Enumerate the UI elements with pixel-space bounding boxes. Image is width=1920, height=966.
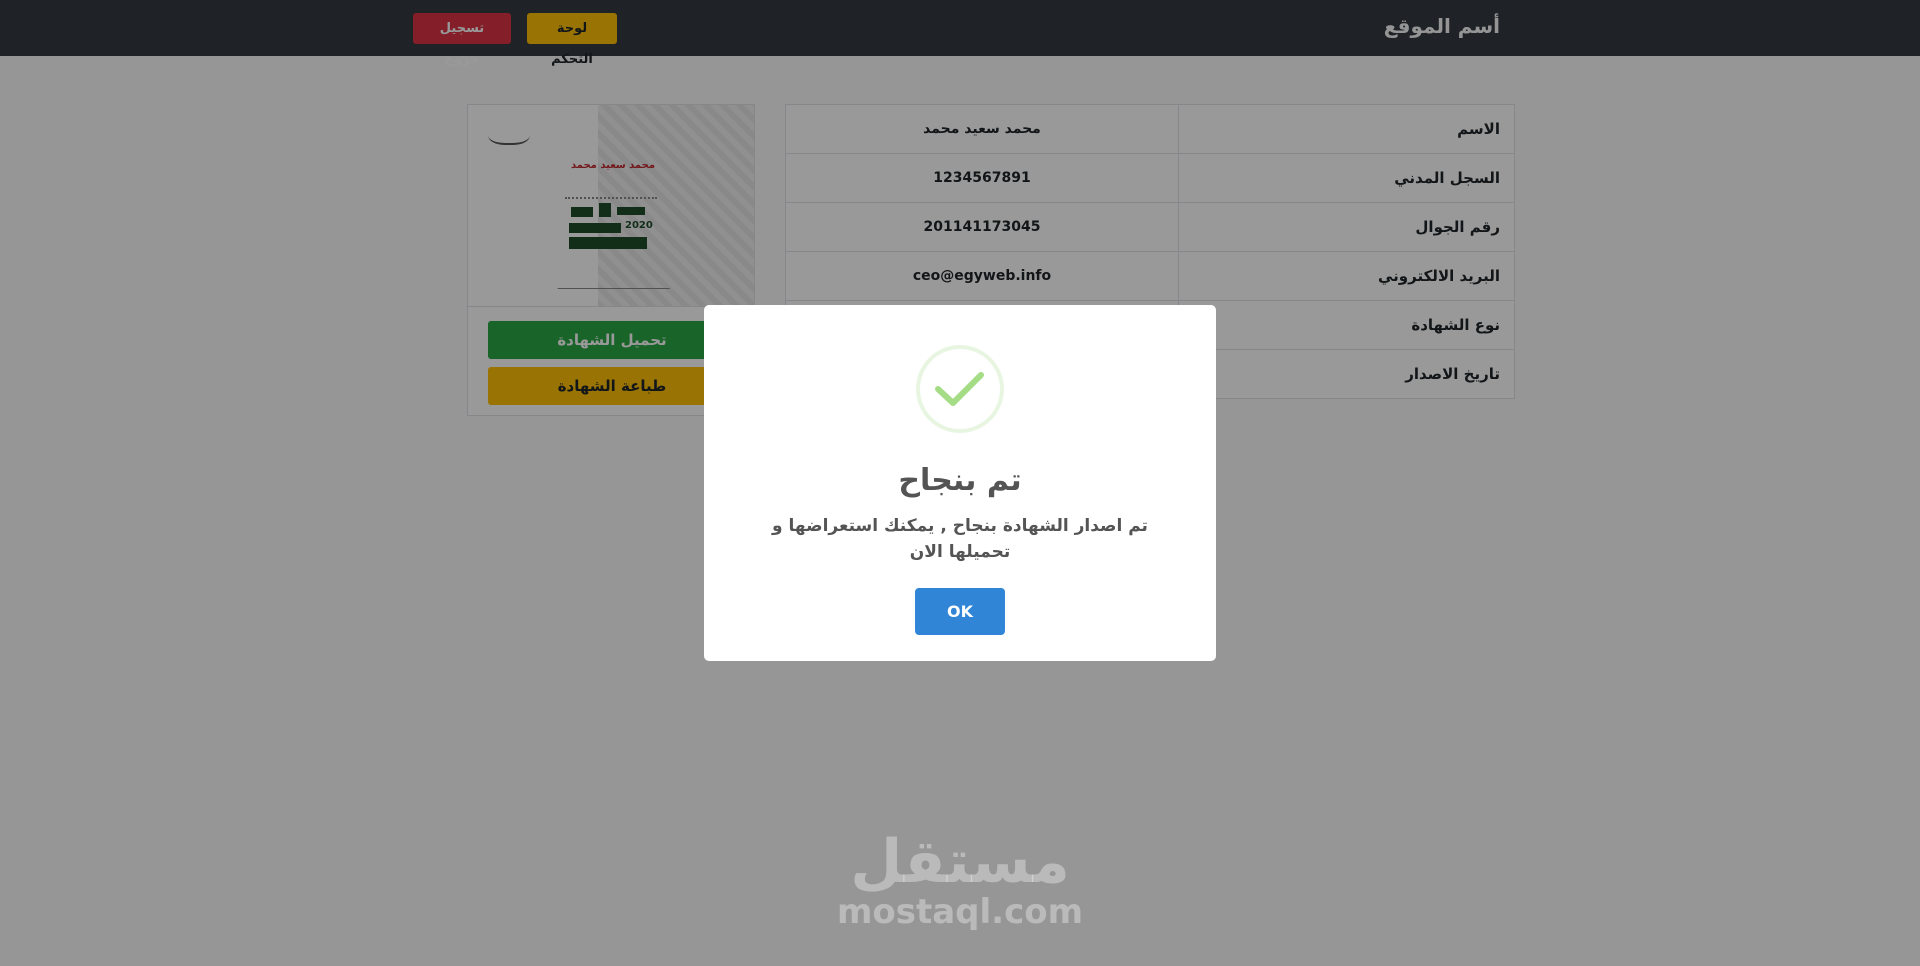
watermark-latin: mostaql.com bbox=[836, 892, 1084, 932]
success-dialog: تم بنجاح تم اصدار الشهادة بنجاح , يمكنك … bbox=[704, 305, 1216, 661]
watermark: مستقل mostaql.com bbox=[835, 830, 1085, 930]
dialog-message: تم اصدار الشهادة بنجاح , يمكنك استعراضها… bbox=[772, 516, 1148, 562]
ok-button[interactable]: OK bbox=[915, 588, 1005, 635]
success-check-icon bbox=[916, 345, 1004, 433]
watermark-arabic: مستقل bbox=[850, 827, 1070, 897]
dialog-title: تم بنجاح bbox=[898, 463, 1022, 498]
